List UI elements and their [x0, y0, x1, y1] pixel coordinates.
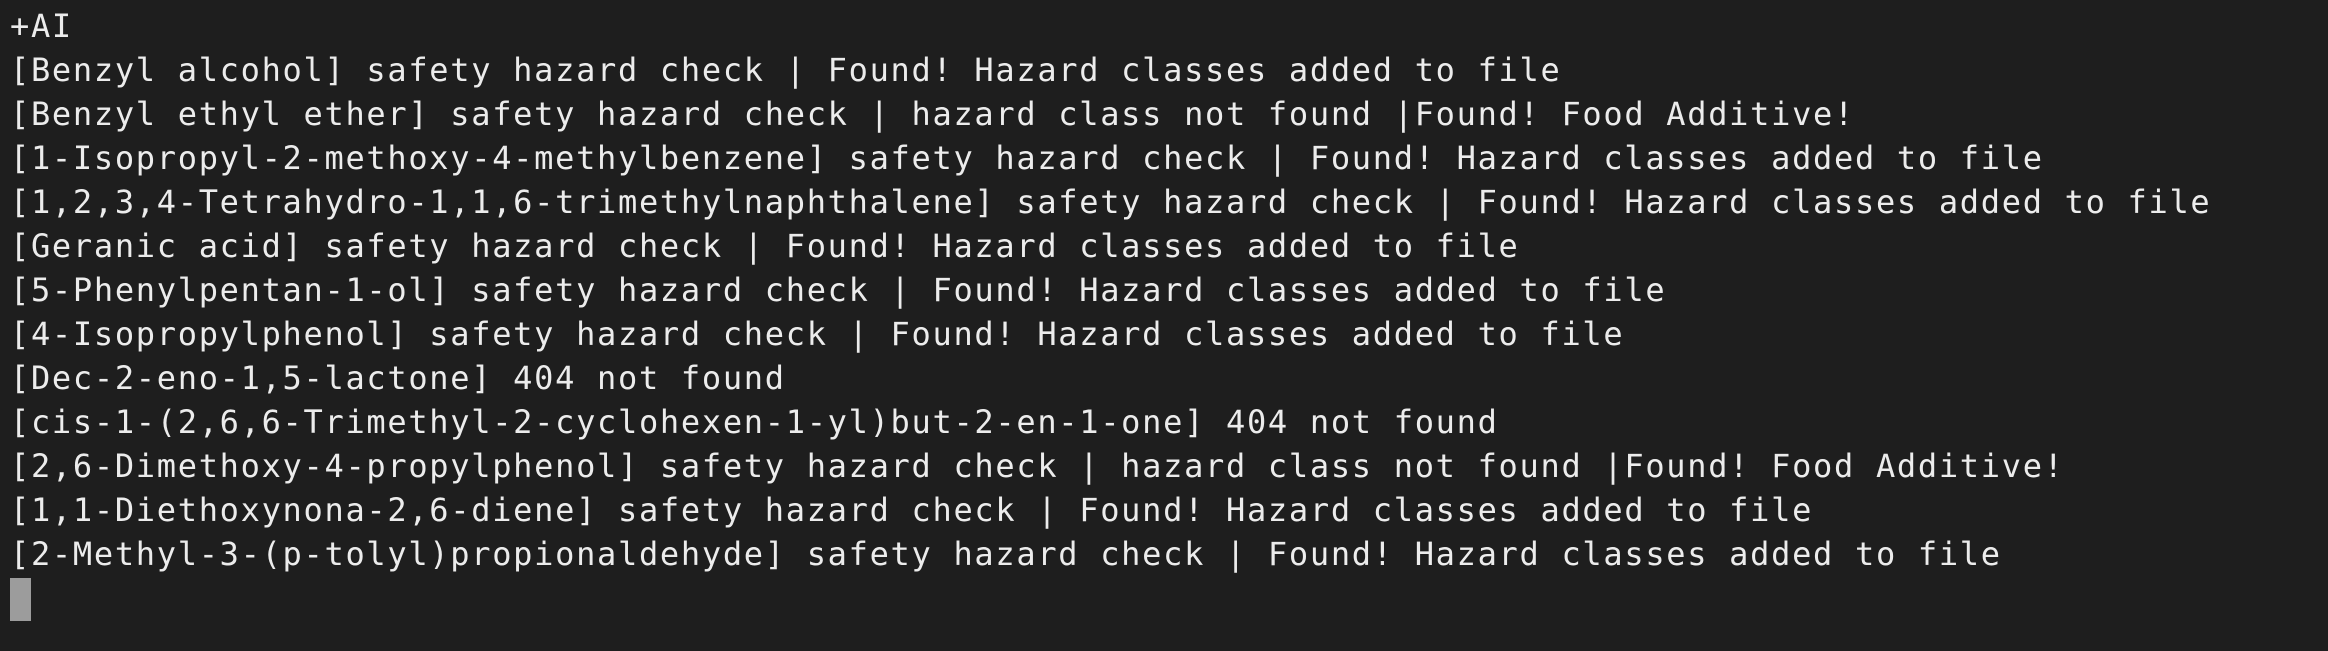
- terminal-line: [Dec-2-eno-1,5-lactone] 404 not found: [10, 359, 786, 397]
- prompt-line[interactable]: [10, 576, 2328, 621]
- terminal-line: [4-Isopropylphenol] safety hazard check …: [10, 315, 1625, 353]
- terminal-line: +AI: [10, 7, 73, 45]
- terminal-line: [1-Isopropyl-2-methoxy-4-methylbenzene] …: [10, 139, 2044, 177]
- terminal-line: [Benzyl ethyl ether] safety hazard check…: [10, 95, 1855, 133]
- terminal-line: [5-Phenylpentan-1-ol] safety hazard chec…: [10, 271, 1667, 309]
- terminal-line: [1,1-Diethoxynona-2,6-diene] safety haza…: [10, 491, 1814, 529]
- terminal-window[interactable]: +AI [Benzyl alcohol] safety hazard check…: [0, 0, 2328, 651]
- terminal-line: [2-Methyl-3-(p-tolyl)propionaldehyde] sa…: [10, 535, 2002, 573]
- terminal-line: [Benzyl alcohol] safety hazard check | F…: [10, 51, 1562, 89]
- cursor-block: [10, 578, 31, 621]
- terminal-line: [2,6-Dimethoxy-4-propylphenol] safety ha…: [10, 447, 2065, 485]
- terminal-line: [1,2,3,4-Tetrahydro-1,1,6-trimethylnapht…: [10, 183, 2212, 221]
- terminal-line: [cis-1-(2,6,6-Trimethyl-2-cyclohexen-1-y…: [10, 403, 1499, 441]
- terminal-line: [Geranic acid] safety hazard check | Fou…: [10, 227, 1520, 265]
